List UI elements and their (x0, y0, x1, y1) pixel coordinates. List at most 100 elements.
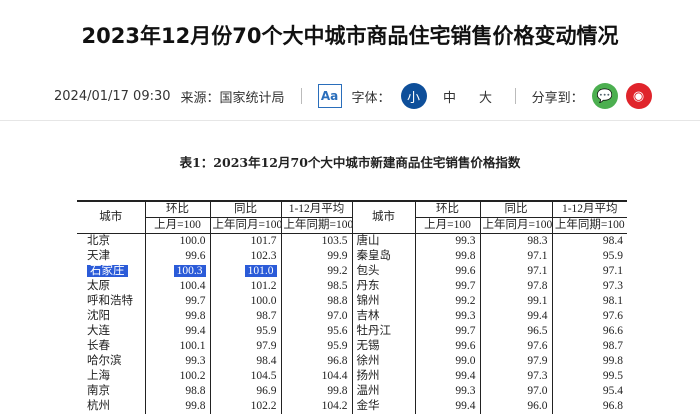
share-label: 分享到： (531, 90, 584, 106)
city-name: 南京 (87, 385, 110, 397)
city-name: 北京 (87, 235, 110, 247)
table-row: 太原 100.4 101.2 98.5 丹东 99.7 97.8 97.3 (77, 279, 627, 294)
font-large-button[interactable]: 大 (473, 83, 499, 109)
city-name: 牡丹江 (351, 324, 415, 339)
city-name: 丹东 (351, 279, 415, 294)
avg-value: 96.8 (280, 354, 352, 369)
city-name: 秦皇岛 (351, 249, 415, 264)
avg-value: 99.2 (280, 264, 352, 279)
city-name: 沈阳 (87, 310, 110, 322)
mom-value: 99.4 (144, 324, 210, 339)
mom-value: 100.3 (144, 264, 210, 279)
city-name: 徐州 (351, 354, 415, 369)
header-city: 城市 (351, 201, 415, 234)
header-mom: 环比 (144, 201, 210, 218)
header-yoy: 同比 (209, 201, 281, 218)
mom-value: 99.8 (144, 399, 210, 414)
mom-value: 99.7 (414, 324, 480, 339)
yoy-value: 98.7 (209, 309, 281, 324)
mom-value: 100.4 (144, 279, 210, 294)
selected-text: 100.3 (173, 265, 206, 277)
city-name: 天津 (87, 250, 110, 262)
mom-value: 99.6 (144, 249, 210, 264)
mom-value: 99.0 (414, 354, 480, 369)
source: 来源：国家统计局 (180, 90, 285, 106)
divider (514, 88, 516, 104)
avg-value: 95.9 (280, 339, 352, 354)
avg-value: 97.6 (551, 309, 627, 324)
city-name: 包头 (351, 264, 415, 279)
table-row: 南京 98.8 96.9 99.8 温州 99.3 97.0 95.4 (77, 384, 627, 399)
city-name: 无锡 (351, 339, 415, 354)
mom-value: 99.3 (144, 354, 210, 369)
city-name: 石家庄 (77, 264, 145, 279)
mom-value: 100.0 (144, 233, 210, 249)
mom-value: 99.7 (414, 279, 480, 294)
divider (300, 88, 302, 104)
table-row: 呼和浩特 99.7 100.0 98.8 锦州 99.2 99.1 98.1 (77, 294, 627, 309)
font-medium-button[interactable]: 中 (437, 83, 463, 109)
avg-value: 96.6 (551, 324, 627, 339)
city-name: 杭州 (87, 400, 110, 412)
mom-value: 99.4 (414, 399, 480, 414)
yoy-value: 96.0 (479, 399, 552, 414)
city-name: 上海 (87, 370, 110, 382)
avg-value: 98.1 (551, 294, 627, 309)
header-yoy-base: 上年同月=100 (209, 217, 282, 234)
yoy-value: 102.3 (209, 249, 281, 264)
avg-value: 95.9 (551, 249, 627, 264)
header-avg-base: 上年同期=100 (280, 217, 353, 234)
yoy-value: 99.4 (479, 309, 552, 324)
header-yoy: 同比 (479, 201, 552, 218)
page-title: 2023年12月份70个大中城市商品住宅销售价格变动情况 (81, 24, 619, 48)
avg-value: 104.4 (280, 369, 352, 384)
yoy-value: 97.8 (479, 279, 552, 294)
table-row: 上海 100.2 104.5 104.4 扬州 99.4 97.3 99.5 (77, 369, 627, 384)
avg-value: 95.4 (551, 384, 627, 399)
divider (0, 120, 700, 121)
avg-value: 99.8 (280, 384, 352, 399)
publish-datetime: 2024/01/17 09:30 (54, 88, 171, 104)
yoy-value: 99.1 (479, 294, 552, 309)
yoy-value: 101.2 (209, 279, 281, 294)
weibo-share-icon[interactable]: ◉ (625, 83, 652, 109)
mom-value: 99.7 (144, 294, 210, 309)
yoy-value: 101.7 (209, 233, 281, 249)
city-name: 扬州 (351, 369, 415, 384)
table-row: 天津 99.6 102.3 99.9 秦皇岛 99.8 97.1 95.9 (77, 249, 627, 264)
avg-value: 104.2 (280, 399, 352, 414)
header-yoy-base: 上年同月=100 (479, 217, 552, 234)
table-row: 石家庄 100.3 101.0 99.2 包头 99.6 97.1 97.1 (77, 264, 627, 279)
header-mom-base: 上月=100 (144, 217, 210, 234)
yoy-value: 97.3 (479, 369, 552, 384)
yoy-value: 97.9 (209, 339, 281, 354)
font-size-label: 字体： (351, 90, 391, 106)
font-icon: Aa (317, 84, 342, 108)
yoy-value: 97.1 (479, 264, 552, 279)
mom-value: 100.1 (144, 339, 210, 354)
avg-value: 98.4 (551, 233, 627, 249)
yoy-value: 96.9 (209, 384, 281, 399)
header-avg: 1-12月平均 (280, 201, 352, 218)
avg-value: 98.8 (280, 294, 352, 309)
mom-value: 99.6 (414, 264, 480, 279)
yoy-value: 97.9 (479, 354, 552, 369)
font-small-button[interactable]: 小 (400, 83, 427, 109)
mom-value: 99.3 (414, 309, 480, 324)
mom-value: 99.8 (144, 309, 210, 324)
table-row: 杭州 99.8 102.2 104.2 金华 99.4 96.0 96.8 (77, 399, 627, 414)
mom-value: 99.3 (414, 233, 480, 249)
yoy-value: 97.1 (479, 249, 552, 264)
avg-value: 97.0 (280, 309, 352, 324)
avg-value: 99.9 (280, 249, 352, 264)
table-row: 长春 100.1 97.9 95.9 无锡 99.6 97.6 98.7 (77, 339, 627, 354)
city-name: 吉林 (351, 309, 415, 324)
avg-value: 98.7 (551, 339, 627, 354)
wechat-share-icon[interactable]: 💬 (591, 83, 618, 109)
yoy-value: 95.9 (209, 324, 281, 339)
table-row: 大连 99.4 95.9 95.6 牡丹江 99.7 96.5 96.6 (77, 324, 627, 339)
header-avg-base: 上年同期=100 (551, 217, 627, 234)
city-name: 温州 (351, 384, 415, 399)
mom-value: 99.2 (414, 294, 480, 309)
mom-value: 99.3 (414, 384, 480, 399)
